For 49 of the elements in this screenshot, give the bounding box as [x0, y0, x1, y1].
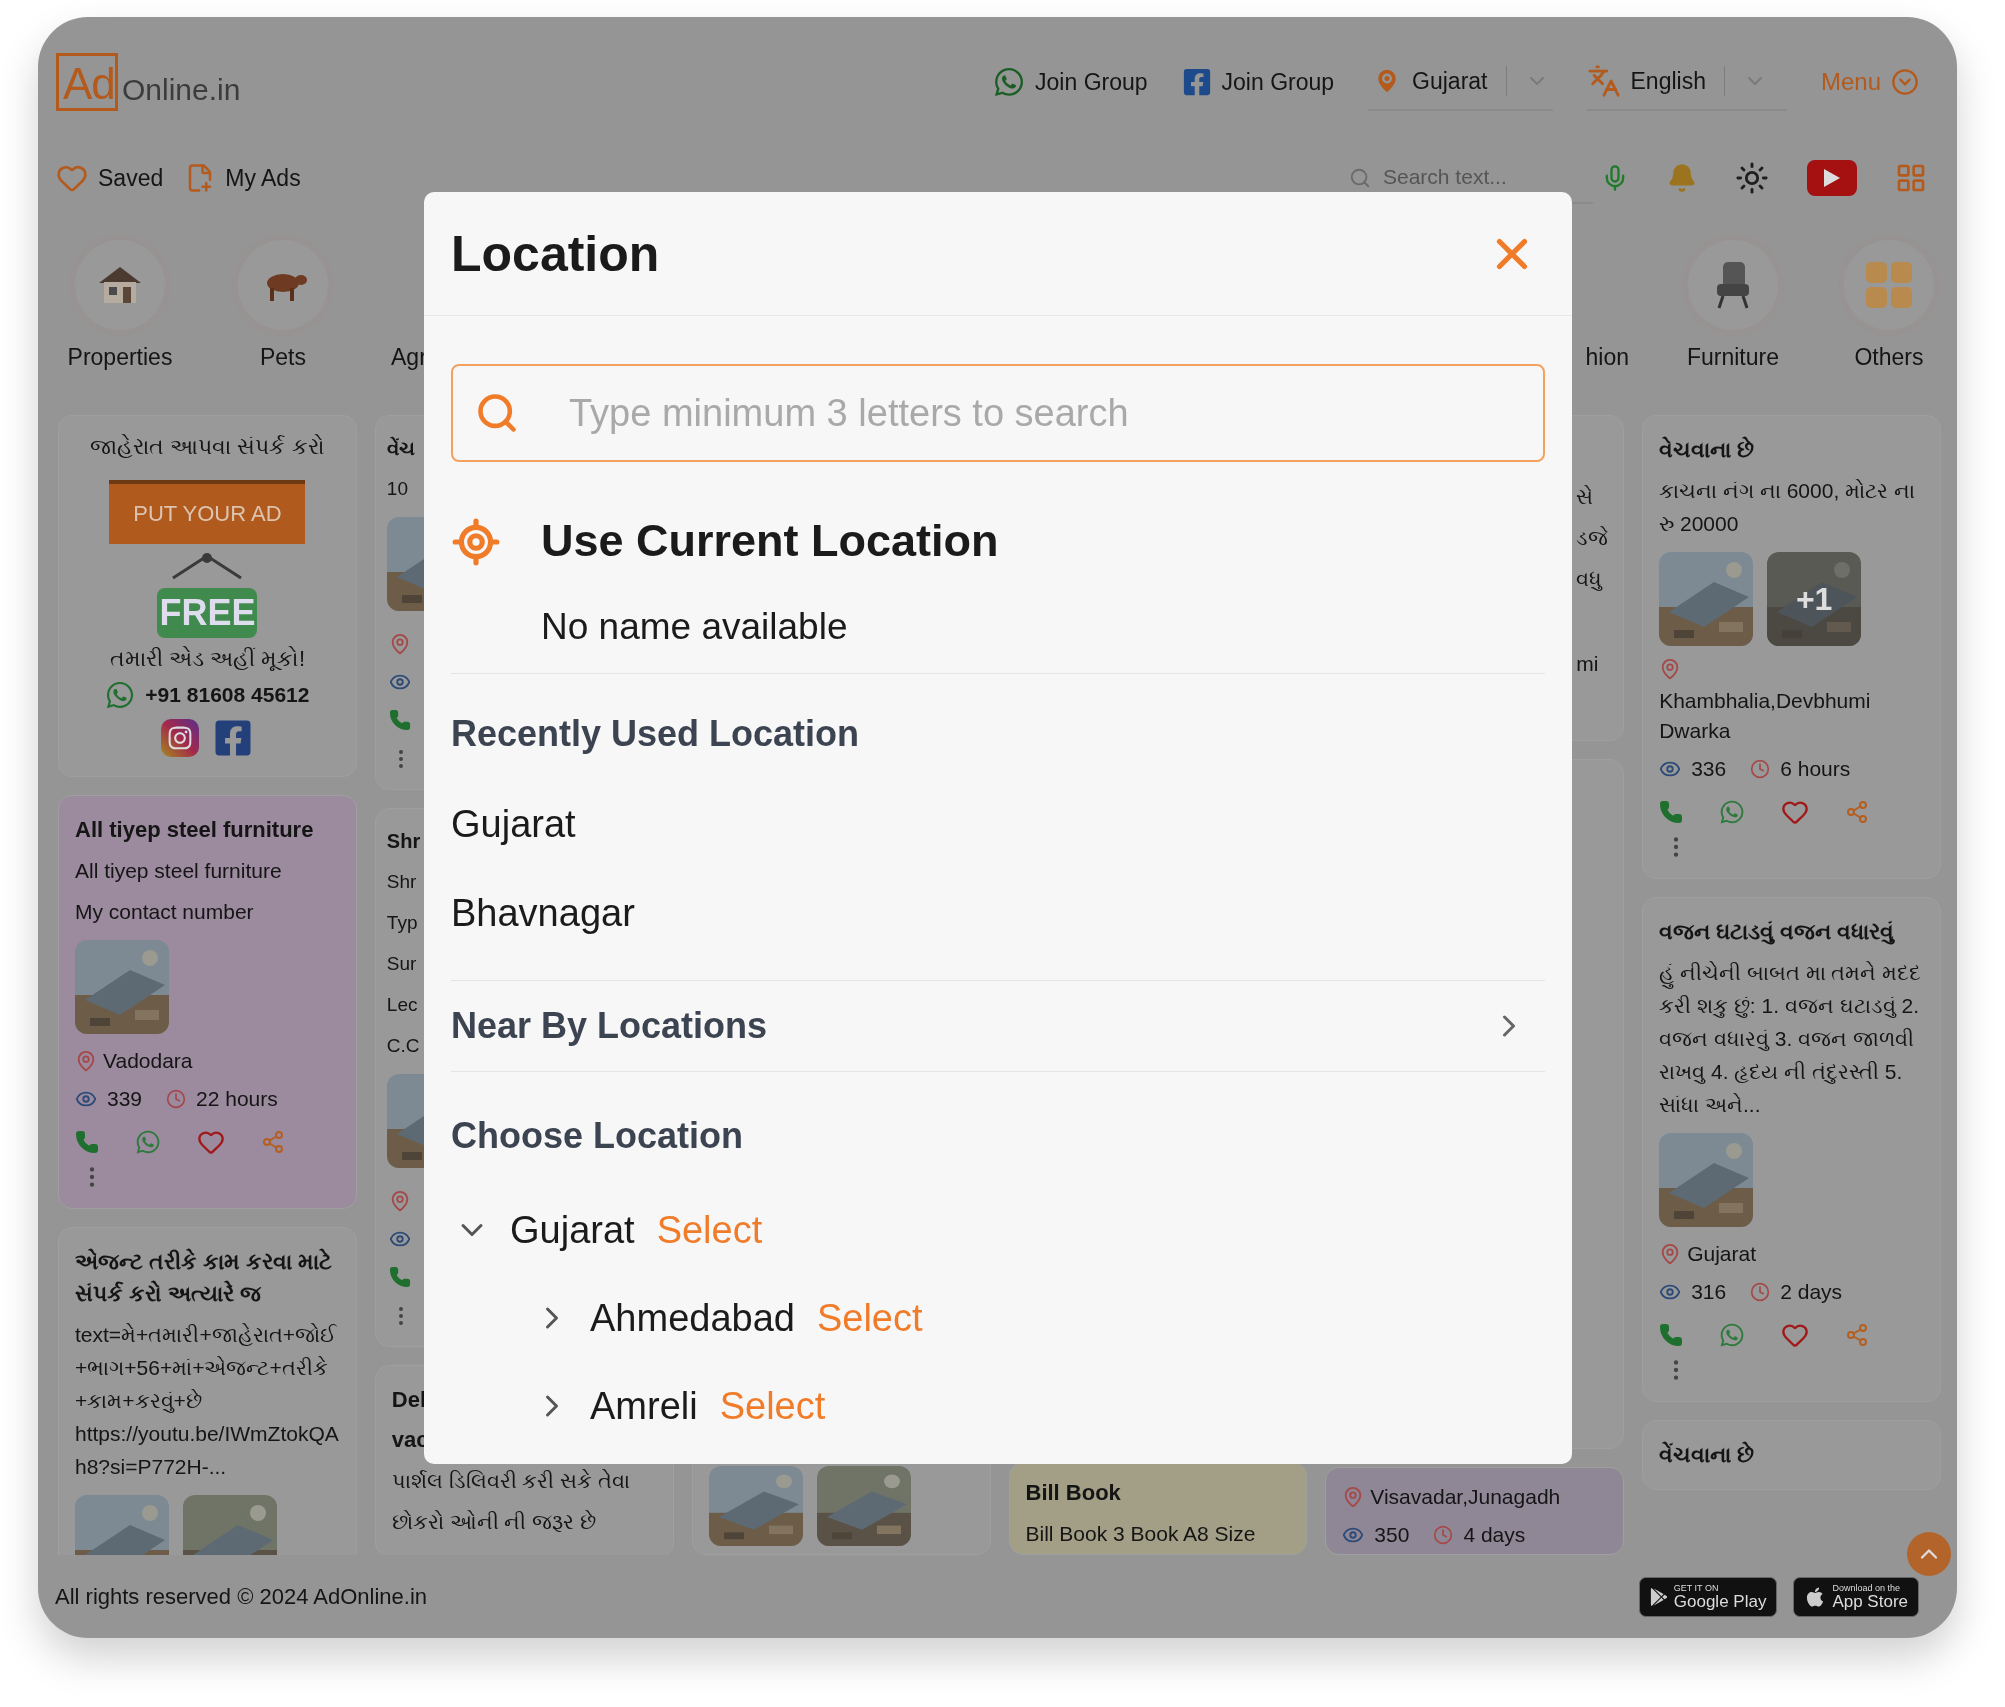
- ad-text: Sur: [386, 952, 417, 976]
- view-count: 316: [1691, 1279, 1727, 1305]
- dialog-title: Location: [451, 224, 660, 283]
- free-sign: FREE: [157, 588, 258, 638]
- ad-location: Gujarat: [1687, 1241, 1757, 1267]
- ad-text: ડજે: [1576, 525, 1609, 551]
- ad-text: 10: [386, 477, 408, 501]
- ad-text: કાચના નંગ ના 6000, મોટર ના રુ 20000: [1659, 478, 1916, 537]
- promo-heading: જાહેરાત આપવા સંપર્ક કરો: [90, 434, 325, 460]
- ad-text: સે: [1576, 484, 1594, 510]
- view-count: 336: [1691, 756, 1727, 782]
- view-count: 339: [107, 1086, 143, 1112]
- ad-text: text=મે+તમારી+જાહેરાત+જોઈ+ભાગ+56+માં+એજન્ટ+તરીકે+કામ+કરવું+છે https://youtu.be/IWmZtokQAh8?si=P772H-...: [75, 1322, 340, 1480]
- copyright-text: All rights reserved © 2024 AdOnline.in: [55, 1583, 428, 1610]
- ad-text: વધુ: [1576, 566, 1603, 593]
- ad-text: Lec: [386, 993, 418, 1017]
- ad-age: 2 days: [1780, 1279, 1843, 1305]
- ad-age: 22 hours: [196, 1086, 278, 1112]
- ad-text: Bill Book 3 Book A8 Size: [1025, 1521, 1256, 1547]
- ad-text: હું નીચેની બાબત મા તમને મદદ કરી શકુ છું: 1. વજન ઘટાડવું 2. વજન વધારવું 3. વજન જાળવી રાખવુ 4. હૃદય ની તંદુરસ્તી 5. સાંધા અને...: [1659, 960, 1923, 1118]
- ad-text: My contact number: [75, 899, 254, 925]
- ad-text: પાર્શલ ડિલિવરી કરી સકે તેવા: [391, 1468, 631, 1494]
- view-count: 350: [1374, 1522, 1410, 1548]
- ad-text: C.C: [386, 1034, 420, 1058]
- ad-location: Khambhalia,Devbhumi Dwarka: [1659, 688, 1872, 744]
- ad-title: વેચવાના છે: [1659, 435, 1755, 464]
- ad-text: All tiyep steel furniture: [75, 858, 282, 884]
- nearby-label: Near By Locations: [451, 1005, 768, 1047]
- phone-number: +91 81608 45612: [145, 682, 310, 708]
- ad-location: mi: [1576, 651, 1599, 677]
- ad-age: 6 hours: [1780, 756, 1851, 782]
- ad-title: Bill Book: [1025, 1479, 1121, 1507]
- ad-text: છોકરો ઓની ની જરૂર છે: [391, 1509, 597, 1535]
- ad-title: વેંચ: [386, 435, 415, 461]
- ad-title: વજન ઘટાડવું વજન વધારવું: [1659, 918, 1895, 947]
- ad-text: Typ: [386, 911, 418, 935]
- ad-text: Shr: [386, 870, 417, 894]
- current-location-name: No name available: [541, 605, 849, 649]
- section-heading: Recently Used Location: [451, 712, 860, 756]
- promo-caption: તમારી એડ અહીં મૂકો!: [109, 646, 306, 672]
- more-photos-count: +1: [1767, 552, 1862, 646]
- ad-location: Vadodara: [103, 1048, 193, 1074]
- ad-title: એજન્ટ તરીકે કામ કરવા માટે સંપર્ક કરો અત્યારે જ: [75, 1247, 334, 1308]
- ad-title: Shr: [386, 829, 421, 854]
- ad-title: વેંચવાના છે: [1659, 1440, 1755, 1469]
- section-heading: Choose Location: [451, 1114, 743, 1158]
- ad-location: Visavadar,Junagadh: [1370, 1484, 1561, 1510]
- ad-age: 4 days: [1463, 1522, 1526, 1548]
- ad-title: All tiyep steel furniture: [75, 816, 314, 844]
